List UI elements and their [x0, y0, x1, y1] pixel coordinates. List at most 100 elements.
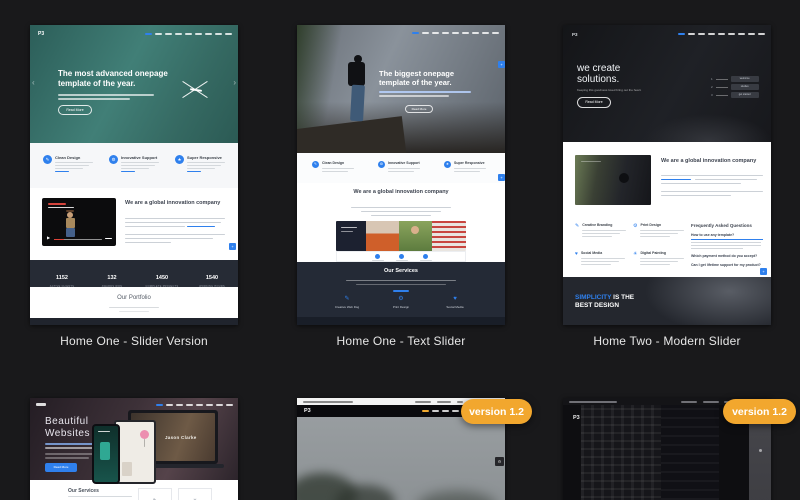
hero-button: Read More — [58, 105, 92, 115]
balloon-string — [144, 439, 145, 447]
text-line — [388, 168, 420, 169]
template-card-beautiful-websites[interactable]: Beautiful Websites Read More Jason Clark… — [30, 398, 238, 500]
stat-item: 1152 ACTIVE CLIENTS — [40, 266, 84, 288]
mini-icon — [375, 254, 380, 259]
logo: P3 — [304, 408, 311, 414]
service-label: Creative Web Dsg — [334, 305, 360, 309]
about-section: We are a global innovation company ✎ Cre… — [563, 142, 771, 277]
topbar-text-line — [303, 401, 353, 403]
footer-strip — [297, 317, 505, 325]
footer-text: IS THE — [611, 294, 635, 301]
nav-menu — [156, 404, 233, 406]
text-line — [582, 233, 621, 234]
template-card-home-one-text[interactable]: The biggest onepage template of the year… — [297, 25, 505, 325]
hero-section: The biggest onepage template of the year… — [297, 25, 505, 176]
text-line — [346, 280, 456, 281]
video-player: ▶ — [42, 198, 116, 246]
feature-item: ✎ Clean Design — [312, 161, 354, 172]
collage-block — [336, 221, 366, 251]
version-badge: version 1.2 — [723, 399, 796, 424]
text-line — [640, 233, 679, 234]
text-line — [379, 91, 471, 93]
heart-icon: ♥ — [453, 296, 457, 302]
pencil-icon: ✎ — [43, 155, 52, 164]
hero-title-line1: we create — [577, 63, 621, 74]
building-graphic — [661, 405, 719, 500]
building-graphic — [581, 405, 661, 500]
text-line — [121, 165, 155, 166]
feature-text: Innovative Support — [388, 161, 420, 172]
text-line — [640, 230, 685, 231]
footer-highlight: SIMPLICITY — [575, 294, 612, 301]
nav-item — [482, 32, 489, 34]
service-box: ✎ — [138, 488, 172, 500]
nav-item — [688, 33, 695, 35]
feature-title: Social Media — [580, 251, 603, 255]
template-card-home-two-modern[interactable]: P3 we create solutions. Keeping this goo… — [563, 25, 771, 325]
slider-nav: 1 welcome 2 studies 3 get started — [711, 75, 759, 99]
feature-item: ★ Super Responsive — [444, 161, 486, 172]
nav-item — [432, 410, 439, 412]
hero-title: The most advanced onepage template of th… — [58, 69, 168, 88]
service-item: ♥ Social Media — [427, 296, 483, 309]
feature-text: Super Responsive — [187, 155, 225, 172]
nav-menu — [678, 33, 765, 35]
faq-question: How to use any template? — [691, 233, 735, 237]
text-line — [661, 175, 763, 176]
logo: P3 — [572, 32, 578, 37]
sun-icon: ☀ — [633, 251, 638, 257]
feature-title: Digital Painting — [640, 251, 666, 255]
hero-section: P3 ‹ › The most advanced onepage templat… — [30, 25, 238, 143]
text-line — [55, 162, 93, 163]
text-line — [351, 207, 451, 208]
service-item: ✎ Creative Web Dsg — [319, 296, 375, 309]
customizer-button: + — [760, 268, 767, 275]
figure-body — [66, 218, 75, 228]
nav-item — [206, 404, 213, 406]
nav-item — [758, 33, 765, 35]
text-line — [341, 227, 357, 228]
text-line — [55, 165, 89, 166]
nav-item — [166, 404, 173, 406]
about-section: ▶ We are a global innovation company + — [30, 188, 238, 260]
text-line — [187, 165, 221, 166]
collage-block — [399, 221, 432, 251]
text-line — [125, 222, 221, 223]
text-line — [121, 168, 149, 169]
service-item: ⚙ Print Design — [373, 296, 429, 309]
feature-title: Print Design — [640, 223, 662, 227]
portfolio-section: Our Portfolio — [30, 287, 238, 318]
text-line — [45, 457, 89, 459]
faq-block: Frequently Asked Questions How to use an… — [691, 223, 763, 267]
gear-icon: ⚙ — [378, 161, 385, 168]
feature-title: Innovative Support — [121, 155, 158, 160]
slide-label: studies — [730, 84, 759, 90]
nav-item — [412, 32, 419, 34]
gear-icon: ⚙ — [109, 155, 118, 164]
feature-title: Innovative Support — [388, 161, 420, 165]
collage-icons-band — [336, 251, 466, 262]
topbar-text-line — [703, 401, 719, 403]
nav-item — [422, 32, 429, 34]
nav-item — [205, 33, 212, 35]
nav-item — [708, 33, 715, 35]
phone-mockup — [92, 424, 120, 484]
text-line — [580, 264, 611, 265]
stats-section: 1152 ACTIVE CLIENTS 132 AWARDS WON 1450 … — [30, 260, 238, 288]
text-line — [388, 171, 414, 172]
feature-item: ⚙ Innovative Support — [378, 161, 420, 172]
template-card-home-one-slider[interactable]: P3 ‹ › The most advanced onepage templat… — [30, 25, 238, 325]
nav-item — [738, 33, 745, 35]
nav-item — [186, 404, 193, 406]
template-caption: Home One - Text Slider — [336, 334, 466, 348]
feature-text: Clean Design — [55, 155, 93, 172]
hero-section: Beautiful Websites Read More Jason Clark… — [30, 398, 238, 484]
hero-section: P3 we create solutions. Keeping this goo… — [563, 25, 771, 142]
feature-text: Creative Branding — [582, 223, 627, 237]
star-icon: ★ — [175, 155, 184, 164]
text-line — [187, 168, 215, 169]
text-line — [691, 242, 761, 243]
template-caption: Home Two - Modern Slider — [593, 334, 741, 348]
text-line — [68, 496, 132, 497]
tablet-figure — [122, 462, 132, 476]
